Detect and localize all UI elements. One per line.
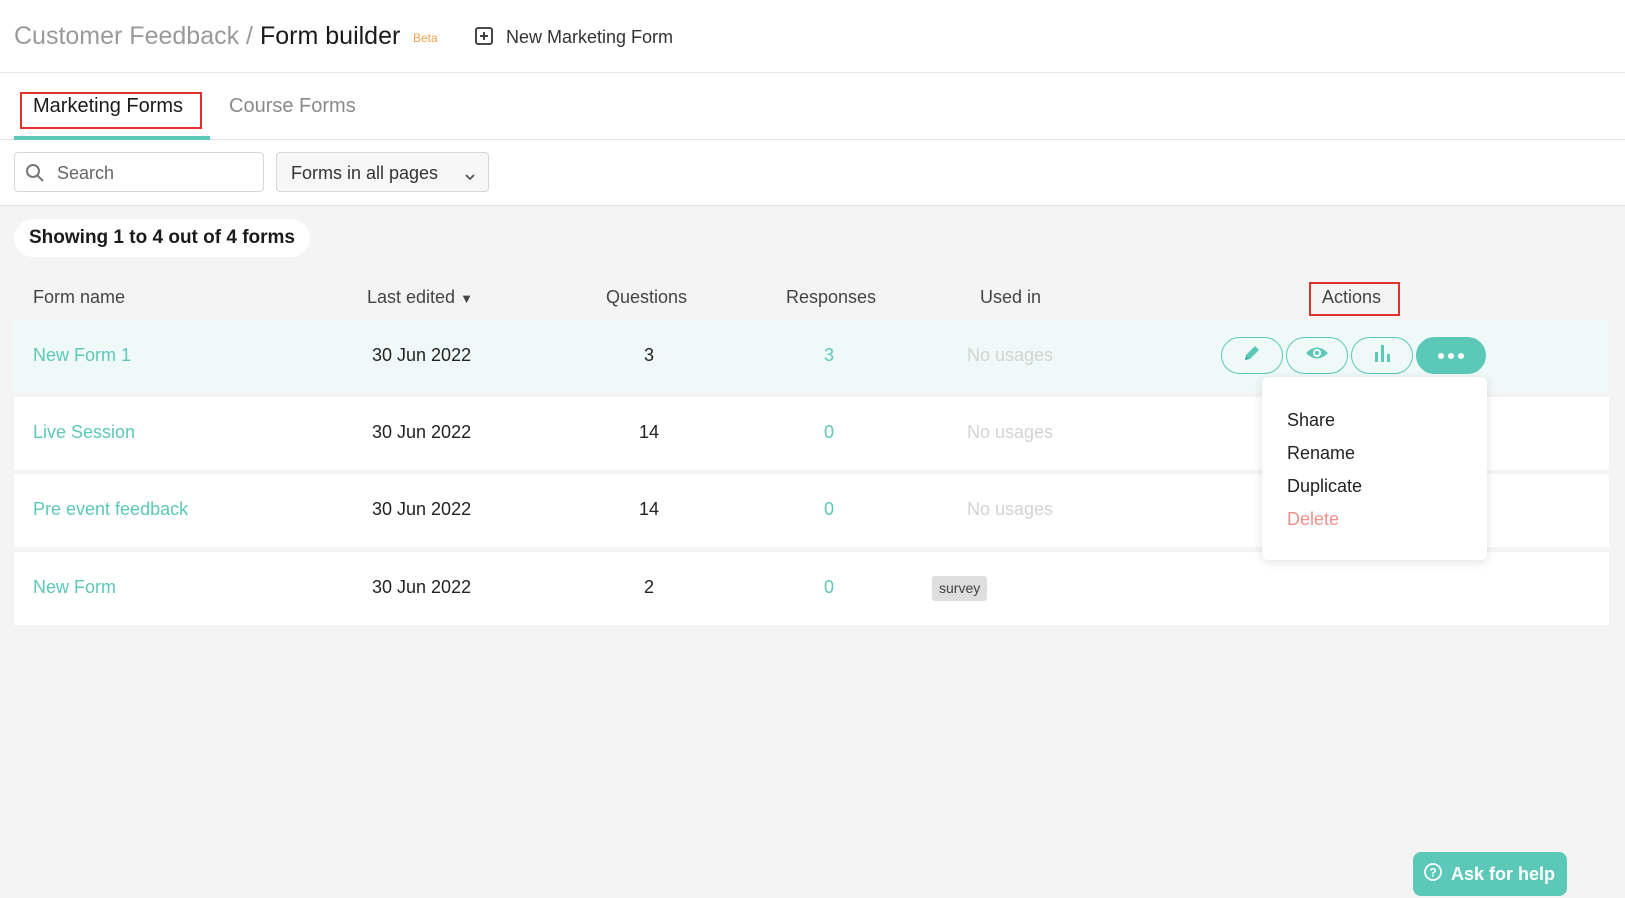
- edit-form-button[interactable]: [1221, 337, 1283, 374]
- responses-count-link[interactable]: 3: [799, 345, 859, 366]
- questions-count: 14: [638, 499, 660, 519]
- questions-count: 3: [643, 345, 654, 365]
- menu-item-duplicate[interactable]: Duplicate: [1287, 476, 1362, 497]
- used-in-value: No usages: [967, 499, 1054, 519]
- questions-count: 2: [643, 577, 654, 597]
- breadcrumb-parent[interactable]: Customer Feedback /: [14, 22, 253, 51]
- used-in-tag: survey: [932, 576, 988, 601]
- results-count: Showing 1 to 4 out of 4 forms: [14, 219, 310, 257]
- column-header-last-edited[interactable]: Last edited ▼: [367, 287, 473, 308]
- view-responses-button[interactable]: [1351, 337, 1413, 374]
- form-name-link[interactable]: New Form 1: [33, 345, 131, 366]
- used-in-value: No usages: [967, 422, 1054, 442]
- last-edited-value: 30 Jun 2022: [372, 577, 472, 597]
- responses-count-link[interactable]: 0: [799, 577, 859, 598]
- question-icon: ?: [1423, 862, 1443, 887]
- column-header-questions: Questions: [606, 287, 688, 307]
- search-field: [14, 152, 264, 192]
- responses-count-link[interactable]: 0: [799, 499, 859, 520]
- questions-count: 14: [638, 422, 660, 442]
- filter-bar: Forms in all pages: [0, 140, 1625, 206]
- forms-scope-value: Forms in all pages: [291, 163, 439, 183]
- more-icon: [1436, 347, 1466, 365]
- used-in-value: No usages: [967, 345, 1054, 365]
- new-form-label: New Marketing Form: [506, 26, 674, 47]
- last-edited-value: 30 Jun 2022: [372, 499, 472, 519]
- tab-marketing-forms[interactable]: Marketing Forms: [33, 95, 183, 118]
- page-header: Customer Feedback / Form builder Beta Ne…: [0, 0, 1625, 73]
- table-row[interactable]: New Form 30 Jun 2022 2 0 survey: [14, 552, 1609, 625]
- form-name-link[interactable]: Live Session: [33, 422, 135, 443]
- last-edited-value: 30 Jun 2022: [372, 345, 472, 365]
- column-header-responses: Responses: [786, 287, 877, 307]
- pencil-icon: [1241, 342, 1263, 369]
- sort-desc-icon: ▼: [460, 291, 473, 306]
- bar-chart-icon: [1371, 342, 1393, 369]
- menu-item-delete[interactable]: Delete: [1287, 509, 1339, 530]
- column-header-used-in: Used in: [980, 287, 1042, 307]
- last-edited-value: 30 Jun 2022: [372, 422, 472, 442]
- column-header-actions: Actions: [1322, 287, 1382, 307]
- responses-count-link[interactable]: 0: [799, 422, 859, 443]
- preview-form-button[interactable]: [1286, 337, 1348, 374]
- last-edited-label: Last edited: [367, 287, 456, 307]
- more-actions-button[interactable]: [1416, 337, 1486, 374]
- search-icon: [25, 163, 45, 188]
- form-name-link[interactable]: New Form: [33, 577, 116, 598]
- eye-icon: [1305, 344, 1329, 367]
- chevron-down-icon: [464, 167, 476, 188]
- page-title: Form builder: [260, 22, 401, 50]
- form-name-link[interactable]: Pre event feedback: [33, 499, 188, 520]
- ask-for-help-button[interactable]: ? Ask for help: [1413, 852, 1567, 896]
- forms-scope-select[interactable]: Forms in all pages: [276, 152, 489, 192]
- svg-text:?: ?: [1429, 865, 1436, 879]
- tab-bar: Marketing Forms Course Forms: [0, 73, 1625, 140]
- search-input[interactable]: [55, 159, 255, 187]
- menu-item-rename[interactable]: Rename: [1287, 443, 1355, 464]
- beta-badge: Beta: [413, 31, 438, 45]
- more-actions-menu: Share Rename Duplicate Delete: [1262, 377, 1487, 560]
- menu-item-share[interactable]: Share: [1287, 410, 1335, 431]
- column-header-form-name: Form name: [33, 287, 126, 307]
- help-label: Ask for help: [1451, 863, 1556, 884]
- tab-course-forms[interactable]: Course Forms: [229, 95, 356, 118]
- new-form-icon: [474, 26, 496, 48]
- new-marketing-form-button[interactable]: New Marketing Form: [474, 22, 673, 52]
